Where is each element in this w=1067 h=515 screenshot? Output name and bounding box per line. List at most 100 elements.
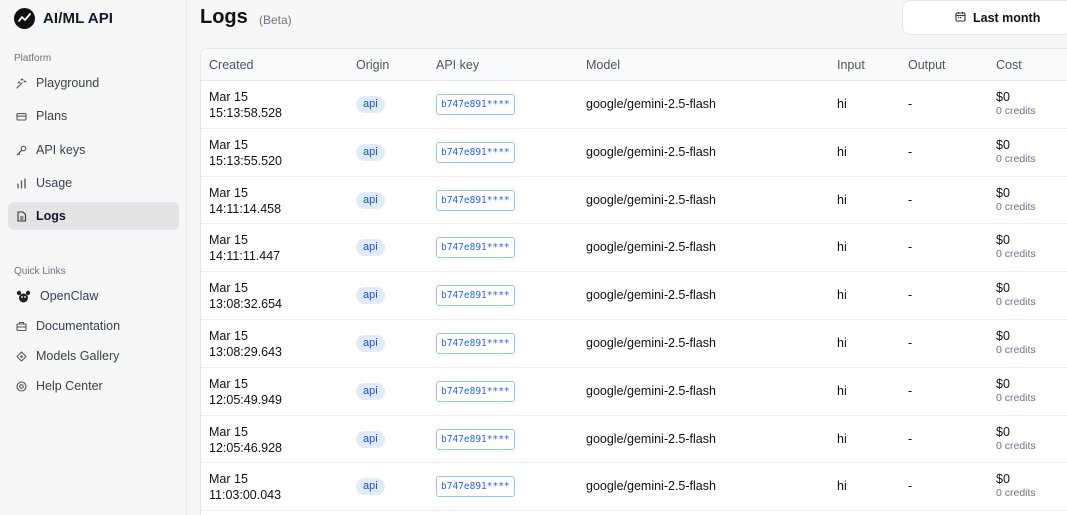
cost-cell: $0 0 credits (996, 425, 1036, 453)
created-cell: Mar 15 13:08:32.654 (209, 280, 282, 312)
plans-icon (16, 111, 27, 122)
cost-value: $0 (996, 233, 1010, 248)
sidebar-item-label: Usage (36, 176, 73, 190)
table-row[interactable]: Mar 15 13:08:32.654 api b747e891**** goo… (201, 272, 1067, 320)
sidebar-item-label: Models Gallery (36, 349, 120, 363)
cost-cell: $0 0 credits (996, 186, 1036, 214)
cost-value: $0 (996, 424, 1010, 439)
openclaw-icon (16, 289, 31, 304)
api-key-tag[interactable]: b747e891**** (436, 141, 515, 163)
logs-table: Created Origin API key Model Input Outpu… (200, 48, 1067, 515)
cost-credits: 0 credits (996, 152, 1036, 165)
beta-badge: (Beta) (259, 13, 292, 27)
brand-logo-icon (14, 7, 35, 29)
sidebar-item-models-gallery[interactable]: Models Gallery (8, 342, 179, 370)
sidebar-item-plans[interactable]: Plans (8, 102, 179, 130)
output-cell: - (908, 192, 913, 207)
table-row[interactable]: Mar 15 14:11:11.447 api b747e891**** goo… (201, 224, 1067, 273)
sidebar-item-help-center[interactable]: Help Center (8, 372, 179, 400)
created-time: 11:03:00.043 (209, 488, 282, 503)
input-cell: hi (837, 97, 847, 111)
origin-badge: api (356, 191, 385, 209)
platform-section-label: Platform (14, 53, 52, 64)
column-header-api-key[interactable]: API key (436, 58, 479, 72)
model-cell: google/gemini-2.5-flash (586, 192, 716, 207)
created-time: 14:11:14.458 (209, 201, 282, 216)
date-range-label: Last month (973, 10, 1041, 25)
model-cell: google/gemini-2.5-flash (586, 97, 716, 111)
table-header: Created Origin API key Model Input Outpu… (201, 49, 1067, 81)
input-cell: hi (837, 479, 847, 494)
cost-cell: $0 0 credits (996, 233, 1036, 261)
sidebar-item-documentation[interactable]: Documentation (8, 312, 179, 340)
created-date: Mar 15 (209, 137, 248, 152)
sidebar-item-label: Plans (36, 109, 68, 123)
key-icon (16, 145, 27, 156)
column-header-origin[interactable]: Origin (356, 58, 389, 72)
created-time: 13:08:29.643 (209, 344, 282, 359)
table-row[interactable]: Mar 15 11:03:00.043 api b747e891**** goo… (201, 463, 1067, 512)
column-header-input[interactable]: Input (837, 58, 865, 72)
cost-value: $0 (996, 185, 1010, 200)
sidebar-item-playground[interactable]: Playground (8, 69, 179, 97)
model-cell: google/gemini-2.5-flash (586, 288, 716, 303)
playground-icon (16, 77, 27, 89)
date-range-button[interactable]: Last month (902, 0, 1067, 35)
table-row[interactable]: Mar 15 15:13:55.520 api b747e891**** goo… (201, 129, 1067, 177)
page-title: Logs (200, 6, 248, 28)
file-icon (16, 210, 27, 222)
api-key-tag[interactable]: b747e891**** (436, 332, 515, 354)
created-cell: Mar 15 14:11:14.458 (209, 185, 281, 217)
table-row[interactable]: Mar 15 14:11:14.458 api b747e891**** goo… (201, 177, 1067, 225)
input-cell: hi (837, 335, 847, 350)
output-cell: - (908, 383, 913, 398)
api-key-tag[interactable]: b747e891**** (436, 428, 515, 450)
sidebar-item-api-keys[interactable]: API keys (8, 136, 179, 164)
model-cell: google/gemini-2.5-flash (586, 144, 716, 159)
api-key-tag[interactable]: b747e891**** (436, 476, 515, 498)
sidebar-item-openclaw[interactable]: OpenClaw (8, 282, 179, 310)
api-key-tag[interactable]: b747e891**** (436, 94, 515, 115)
cost-credits: 0 credits (996, 391, 1036, 404)
created-date: Mar 15 (209, 376, 248, 391)
output-cell: - (908, 144, 913, 159)
api-key-tag[interactable]: b747e891**** (436, 285, 515, 307)
input-cell: hi (837, 288, 847, 303)
column-header-created[interactable]: Created (209, 58, 253, 72)
api-key-tag[interactable]: b747e891**** (436, 237, 515, 259)
input-cell: hi (837, 240, 847, 255)
cost-cell: $0 0 credits (996, 90, 1036, 118)
brand[interactable]: AI/ML API (14, 7, 113, 29)
input-cell: hi (837, 144, 847, 159)
sidebar-item-usage[interactable]: Usage (8, 169, 179, 197)
sidebar-item-logs[interactable]: Logs (8, 202, 179, 230)
table-row[interactable]: Mar 15 12:05:49.949 api b747e891**** goo… (201, 368, 1067, 416)
created-date: Mar 15 (209, 185, 248, 200)
output-cell: - (908, 288, 913, 303)
cost-cell: $0 0 credits (996, 472, 1036, 500)
output-cell: - (908, 431, 913, 446)
table-row[interactable]: Mar 15 15:13:58.528 api b747e891**** goo… (201, 81, 1067, 129)
created-cell: Mar 15 12:05:49.949 (209, 376, 282, 408)
origin-badge: api (356, 239, 385, 257)
model-cell: google/gemini-2.5-flash (586, 431, 716, 446)
model-cell: google/gemini-2.5-flash (586, 383, 716, 398)
column-header-cost[interactable]: Cost (996, 58, 1022, 72)
origin-badge: api (356, 382, 385, 400)
table-row[interactable]: Mar 15 12:05:46.928 api b747e891**** goo… (201, 416, 1067, 464)
table-row[interactable]: Mar 15 13:08:29.643 api b747e891**** goo… (201, 320, 1067, 368)
column-header-output[interactable]: Output (908, 58, 946, 72)
input-cell: hi (837, 383, 847, 398)
created-time: 12:05:46.928 (209, 440, 282, 455)
cost-value: $0 (996, 137, 1010, 152)
api-key-tag[interactable]: b747e891**** (436, 189, 515, 211)
cost-value: $0 (996, 90, 1010, 104)
api-key-tag[interactable]: b747e891**** (436, 380, 515, 402)
column-header-model[interactable]: Model (586, 58, 620, 72)
table-body: Mar 15 15:13:58.528 api b747e891**** goo… (201, 81, 1067, 512)
cost-value: $0 (996, 376, 1010, 391)
created-time: 12:05:49.949 (209, 392, 282, 407)
cost-cell: $0 0 credits (996, 138, 1036, 166)
model-cell: google/gemini-2.5-flash (586, 335, 716, 350)
sidebar-item-label: Documentation (36, 319, 121, 333)
